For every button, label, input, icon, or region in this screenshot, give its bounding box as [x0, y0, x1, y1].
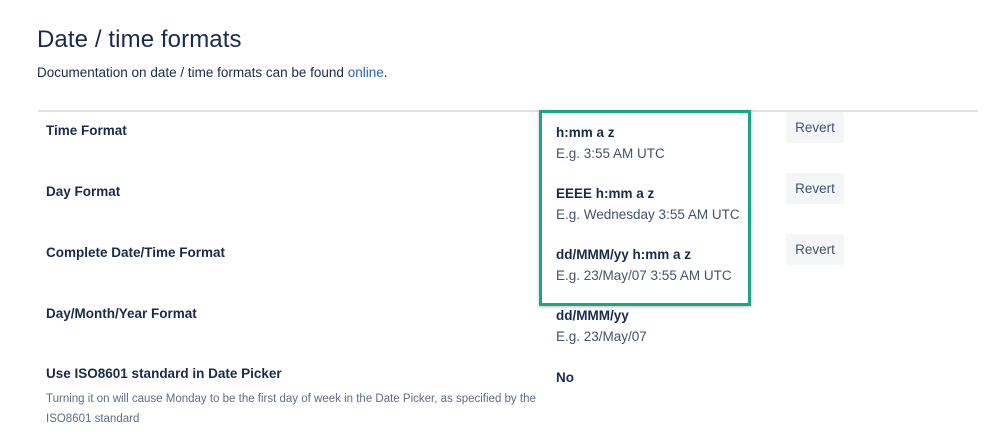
documentation-online-link[interactable]: online: [348, 65, 384, 80]
setting-value: dd/MMM/yy: [556, 308, 629, 323]
documentation-prefix: Documentation on date / time formats can…: [37, 65, 348, 80]
setting-example: E.g. 3:55 AM UTC: [556, 146, 665, 161]
setting-example: E.g. 23/May/07: [556, 329, 647, 344]
setting-value: EEEE h:mm a z: [556, 186, 655, 201]
date-time-formats-page: Date / time formats Documentation on dat…: [0, 0, 999, 444]
setting-label: Day/Month/Year Format: [46, 306, 197, 321]
setting-value: dd/MMM/yy h:mm a z: [556, 247, 692, 262]
setting-description: Turning it on will cause Monday to be th…: [46, 393, 536, 425]
setting-example: E.g. Wednesday 3:55 AM UTC: [556, 207, 740, 222]
documentation-suffix: .: [383, 65, 388, 80]
revert-complete-date-time-format-button[interactable]: Revert: [786, 234, 844, 265]
revert-day-format-button[interactable]: Revert: [786, 173, 844, 204]
setting-value: No: [556, 370, 574, 385]
setting-example: E.g. 23/May/07 3:55 AM UTC: [556, 268, 732, 283]
setting-label: Day Format: [46, 184, 121, 199]
documentation-text: Documentation on date / time formats can…: [37, 65, 387, 80]
setting-label: Time Format: [46, 123, 127, 138]
setting-value: h:mm a z: [556, 125, 615, 140]
setting-label: Complete Date/Time Format: [46, 245, 226, 260]
setting-label: Use ISO8601 standard in Date Picker: [46, 366, 282, 381]
revert-time-format-button[interactable]: Revert: [786, 112, 844, 143]
page-title: Date / time formats: [37, 26, 242, 53]
